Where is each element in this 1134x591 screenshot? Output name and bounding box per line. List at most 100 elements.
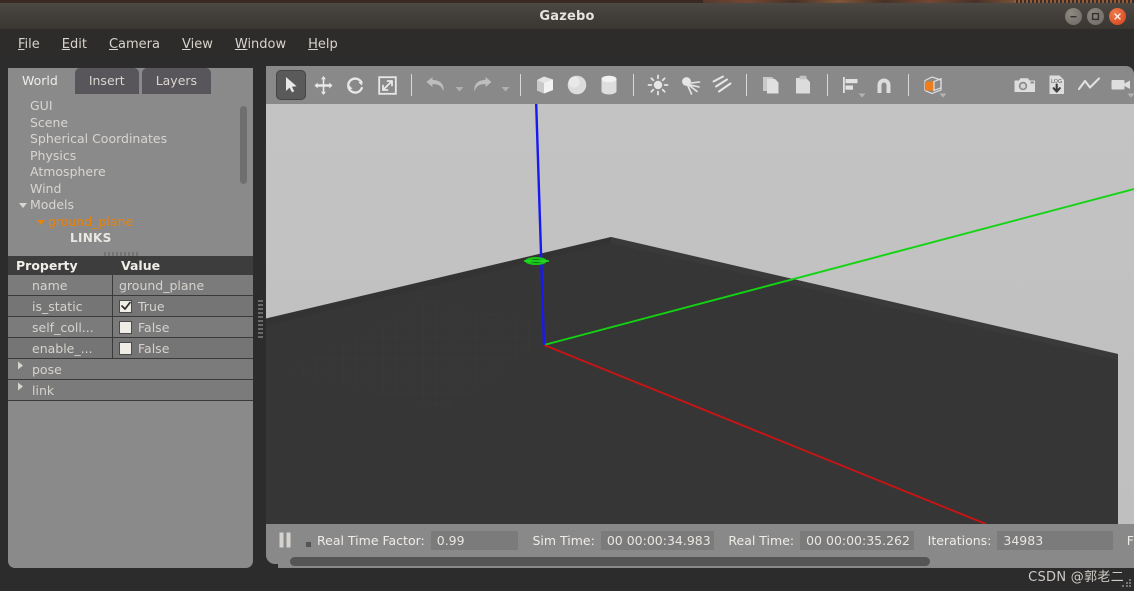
copy-icon[interactable] <box>756 70 786 100</box>
align-icon[interactable] <box>837 70 867 100</box>
translate-mode-icon[interactable] <box>308 70 338 100</box>
real-time-factor-label: Real Time Factor: <box>317 532 425 548</box>
property-key-is-static: is_static <box>8 296 113 316</box>
tree-item-ground-plane[interactable]: ground_plane <box>30 214 253 231</box>
tree-item-gui[interactable]: GUI <box>30 98 253 115</box>
chevron-right-icon-pose[interactable] <box>16 359 25 371</box>
truncated-status-label: F <box>1126 532 1134 548</box>
panel-viewport-splitter[interactable] <box>258 300 263 340</box>
sphere-icon[interactable] <box>562 70 592 100</box>
menu-window[interactable]: Window <box>225 34 296 55</box>
tree-item-links[interactable]: LINKS <box>30 230 253 247</box>
directional-light-icon[interactable] <box>707 70 737 100</box>
chevron-right-icon-link[interactable] <box>16 380 25 392</box>
video-record-dropdown-icon[interactable] <box>1127 93 1134 98</box>
align-dropdown-icon[interactable] <box>858 93 866 98</box>
menu-camera[interactable]: Camera <box>99 34 170 55</box>
scale-mode-icon[interactable] <box>372 70 402 100</box>
menu-edit[interactable]: Edit <box>52 34 97 55</box>
video-record-icon[interactable] <box>1106 70 1134 100</box>
menu-camera-label: amera <box>118 36 160 52</box>
redo-dropdown-icon[interactable] <box>499 74 511 96</box>
rotate-mode-icon[interactable] <box>340 70 370 100</box>
property-value-self-collide[interactable]: False <box>113 317 253 337</box>
chevron-down-icon[interactable] <box>18 200 28 210</box>
point-light-icon[interactable] <box>643 70 673 100</box>
tab-world-label: World <box>22 73 58 88</box>
table-row[interactable]: link <box>8 380 253 401</box>
property-header-key: Property <box>8 256 113 275</box>
menu-file-label: ile <box>24 36 40 52</box>
undo-icon[interactable] <box>421 70 451 100</box>
status-bar-row: Real Time Factor: 0.99 Sim Time: 00 00:0… <box>266 524 1134 556</box>
tree-item-links-label: LINKS <box>70 231 112 245</box>
tab-layers[interactable]: Layers <box>141 68 212 94</box>
tree-item-physics[interactable]: Physics <box>30 148 253 165</box>
gazebo-3d-scene[interactable] <box>266 104 1134 524</box>
tree-scrollbar[interactable] <box>240 106 247 184</box>
menu-view-label: iew <box>190 36 213 52</box>
tab-insert-label: Insert <box>88 73 125 88</box>
screenshot-icon[interactable] <box>1010 70 1040 100</box>
undo-dropdown-icon[interactable] <box>453 74 465 96</box>
tree-item-scene-label: Scene <box>30 114 69 130</box>
status-bar: Real Time Factor: 0.99 Sim Time: 00 00:0… <box>266 524 1134 568</box>
tab-insert[interactable]: Insert <box>74 68 139 94</box>
checkbox-enable-wind[interactable] <box>119 341 132 355</box>
property-table: Property Value name ground_plane is_stat… <box>8 256 253 401</box>
tab-world[interactable]: World <box>8 68 72 94</box>
tree-item-models[interactable]: Models <box>19 197 253 214</box>
status-bar-corner <box>266 524 278 564</box>
tree-item-wind-label: Wind <box>30 180 62 196</box>
property-key-name: name <box>8 275 113 295</box>
checkbox-self-collide[interactable] <box>119 320 132 334</box>
viewport-hscrollbar-thumb[interactable] <box>290 557 930 566</box>
window-titlebar[interactable]: Gazebo <box>0 3 1134 30</box>
tree-item-scene[interactable]: Scene <box>30 115 253 132</box>
table-row[interactable]: self_coll... False <box>8 317 253 338</box>
property-value-is-static[interactable]: True <box>113 296 253 316</box>
real-time-factor-value: 0.99 <box>430 530 519 550</box>
snap-icon[interactable] <box>869 70 899 100</box>
maximize-icon[interactable] <box>1087 8 1104 25</box>
view-angle-dropdown-icon[interactable] <box>939 93 947 98</box>
tree-item-atmosphere-label: Atmosphere <box>30 164 106 179</box>
table-row[interactable]: is_static True <box>8 296 253 317</box>
close-icon[interactable] <box>1109 8 1126 25</box>
toolbar-separator <box>633 74 634 96</box>
menubar: File Edit Camera View Window Help <box>0 30 1134 58</box>
table-row[interactable]: name ground_plane <box>8 275 253 296</box>
chevron-down-icon-ground-plane[interactable] <box>36 217 46 227</box>
toolbar-separator <box>908 74 909 96</box>
property-value-name[interactable]: ground_plane <box>113 275 253 295</box>
menu-file[interactable]: File <box>8 34 50 55</box>
checkbox-is-static[interactable] <box>119 299 132 313</box>
log-record-icon[interactable]: LOG <box>1042 70 1072 100</box>
csdn-watermark: CSDN @郭老二 <box>1028 570 1124 585</box>
property-key-pose: pose <box>8 359 253 379</box>
real-time-label: Real Time: <box>728 532 795 548</box>
real-time-value: 00 00:00:35.262 <box>800 530 914 550</box>
table-row[interactable]: pose <box>8 359 253 380</box>
menu-view[interactable]: View <box>172 34 223 55</box>
menu-help[interactable]: Help <box>298 34 348 55</box>
table-row[interactable]: enable_... False <box>8 338 253 359</box>
cylinder-icon[interactable] <box>594 70 624 100</box>
property-value-is-static-label: True <box>138 298 165 314</box>
plot-icon[interactable] <box>1074 70 1104 100</box>
3d-viewport[interactable] <box>266 104 1134 524</box>
redo-icon[interactable] <box>467 70 497 100</box>
view-angle-icon[interactable] <box>918 70 948 100</box>
tree-item-spherical-coordinates[interactable]: Spherical Coordinates <box>30 131 253 148</box>
minimize-icon[interactable] <box>1065 8 1082 25</box>
world-tree[interactable]: GUI Scene Spherical Coordinates Physics … <box>8 94 253 258</box>
tree-item-wind[interactable]: Wind <box>30 181 253 198</box>
select-mode-icon[interactable] <box>276 70 306 100</box>
property-value-enable-wind[interactable]: False <box>113 338 253 358</box>
paste-icon[interactable] <box>788 70 818 100</box>
window-resize-grip[interactable] <box>1121 578 1131 588</box>
tree-item-atmosphere[interactable]: Atmosphere <box>30 164 253 181</box>
step-indicator <box>306 541 311 547</box>
box-icon[interactable] <box>530 70 560 100</box>
spot-light-icon[interactable] <box>675 70 705 100</box>
